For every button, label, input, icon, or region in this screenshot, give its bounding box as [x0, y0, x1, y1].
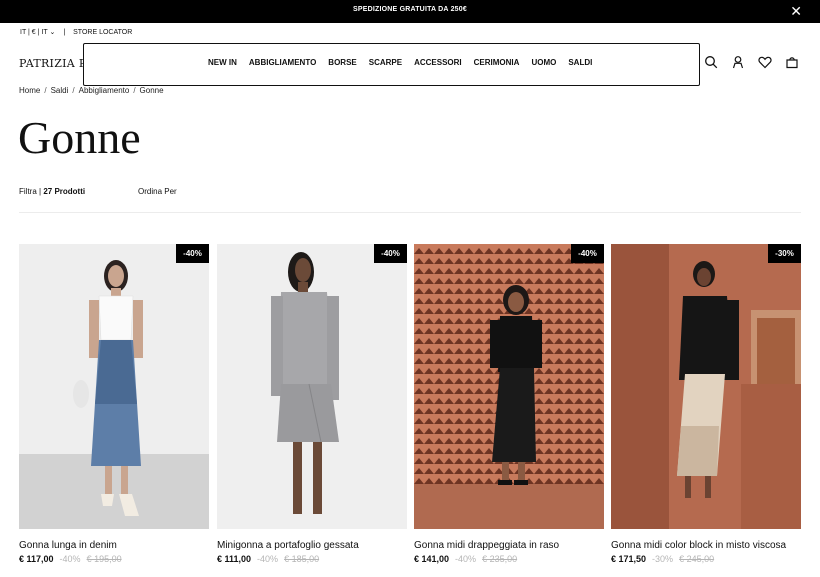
- nav-item-saldi[interactable]: SALDI: [568, 58, 592, 67]
- main-nav: NEW IN ABBIGLIAMENTO BORSE SCARPE ACCESS…: [83, 43, 700, 86]
- nav-item-scarpe[interactable]: SCARPE: [369, 58, 402, 67]
- product-image[interactable]: -30%: [611, 244, 801, 529]
- nav-item-cerimonia[interactable]: CERIMONIA: [474, 58, 520, 67]
- breadcrumb-separator: /: [44, 86, 47, 95]
- filter-separator: |: [39, 187, 42, 196]
- discount-percent: -40%: [455, 554, 477, 564]
- close-icon[interactable]: ✕: [790, 2, 802, 20]
- product-card[interactable]: -40% Gonna lunga in denim € 117,00 -40% …: [19, 244, 209, 564]
- breadcrumb-separator: /: [72, 86, 75, 95]
- current-price: € 141,00: [414, 554, 450, 564]
- nav-item-uomo[interactable]: UOMO: [531, 58, 556, 67]
- product-count: 27 Prodotti: [43, 187, 86, 196]
- locale-row: IT | € | IT ⌄ | STORE LOCATOR: [20, 28, 132, 37]
- breadcrumb-separator: /: [133, 86, 136, 95]
- breadcrumb-item-abbigliamento[interactable]: Abbigliamento: [79, 86, 130, 95]
- product-photo-pinstripe-miniskirt: [217, 244, 407, 529]
- breadcrumb: Home / Saldi / Abbigliamento / Gonne: [19, 86, 164, 95]
- price-row: € 171,50 -30% € 245,00: [611, 554, 801, 564]
- shopping-bag-icon[interactable]: [785, 55, 799, 69]
- locale-selector[interactable]: IT | € | IT ⌄: [20, 28, 55, 36]
- product-photo-color-block-skirt: [611, 244, 801, 529]
- store-locator-link[interactable]: STORE LOCATOR: [73, 29, 132, 36]
- product-card[interactable]: -30% Gonna midi color block in misto vis…: [611, 244, 801, 564]
- price-row: € 117,00 -40% € 195,00: [19, 554, 209, 564]
- account-icon[interactable]: [731, 55, 745, 69]
- product-card[interactable]: -40% Minigonna a portafoglio gessata € 1…: [217, 244, 407, 564]
- discount-percent: -40%: [257, 554, 279, 564]
- nav-item-accessori[interactable]: ACCESSORI: [414, 58, 462, 67]
- original-price: € 185,00: [284, 554, 320, 564]
- filter-label[interactable]: Filtra: [19, 187, 37, 196]
- breadcrumb-item-home[interactable]: Home: [19, 86, 40, 95]
- wishlist-heart-icon[interactable]: [758, 55, 772, 69]
- product-image[interactable]: -40%: [217, 244, 407, 529]
- locale-separator: |: [63, 28, 66, 36]
- nav-item-abbigliamento[interactable]: ABBIGLIAMENTO: [249, 58, 316, 67]
- price-row: € 141,00 -40% € 235,00: [414, 554, 604, 564]
- product-name[interactable]: Minigonna a portafoglio gessata: [217, 540, 407, 551]
- sort-button[interactable]: Ordina Per: [138, 187, 177, 196]
- page-title: Gonne: [18, 112, 141, 163]
- product-photo-denim-skirt: [19, 244, 209, 529]
- price-row: € 111,00 -40% € 185,00: [217, 554, 407, 564]
- product-name[interactable]: Gonna lunga in denim: [19, 540, 209, 551]
- promo-bar: SPEDIZIONE GRATUITA DA 250€ ✕: [0, 0, 820, 23]
- discount-badge: -40%: [571, 244, 604, 263]
- original-price: € 195,00: [86, 554, 122, 564]
- discount-badge: -30%: [768, 244, 801, 263]
- nav-list: NEW IN ABBIGLIAMENTO BORSE SCARPE ACCESS…: [208, 58, 592, 67]
- product-image[interactable]: -40%: [19, 244, 209, 529]
- product-name[interactable]: Gonna midi color block in misto viscosa: [611, 540, 801, 551]
- original-price: € 235,00: [482, 554, 518, 564]
- product-card[interactable]: -40% Gonna midi drappeggiata in raso € 1…: [414, 244, 604, 564]
- header-icons: [704, 55, 799, 69]
- current-price: € 117,00: [19, 554, 54, 564]
- original-price: € 245,00: [679, 554, 715, 564]
- divider: [19, 212, 801, 213]
- product-photo-satin-midi-skirt: [414, 244, 604, 529]
- product-name[interactable]: Gonna midi drappeggiata in raso: [414, 540, 604, 551]
- nav-item-borse[interactable]: BORSE: [328, 58, 356, 67]
- discount-badge: -40%: [176, 244, 209, 263]
- filter-bar[interactable]: Filtra | 27 Prodotti: [19, 187, 85, 196]
- search-icon[interactable]: [704, 55, 718, 69]
- discount-percent: -30%: [652, 554, 674, 564]
- promo-text: SPEDIZIONE GRATUITA DA 250€: [353, 6, 467, 13]
- product-image[interactable]: -40%: [414, 244, 604, 529]
- nav-item-new-in[interactable]: NEW IN: [208, 58, 237, 67]
- current-price: € 171,50: [611, 554, 647, 564]
- discount-badge: -40%: [374, 244, 407, 263]
- discount-percent: -40%: [59, 554, 81, 564]
- current-price: € 111,00: [217, 554, 252, 564]
- breadcrumb-item-saldi[interactable]: Saldi: [51, 86, 69, 95]
- breadcrumb-item-gonne: Gonne: [139, 86, 164, 95]
